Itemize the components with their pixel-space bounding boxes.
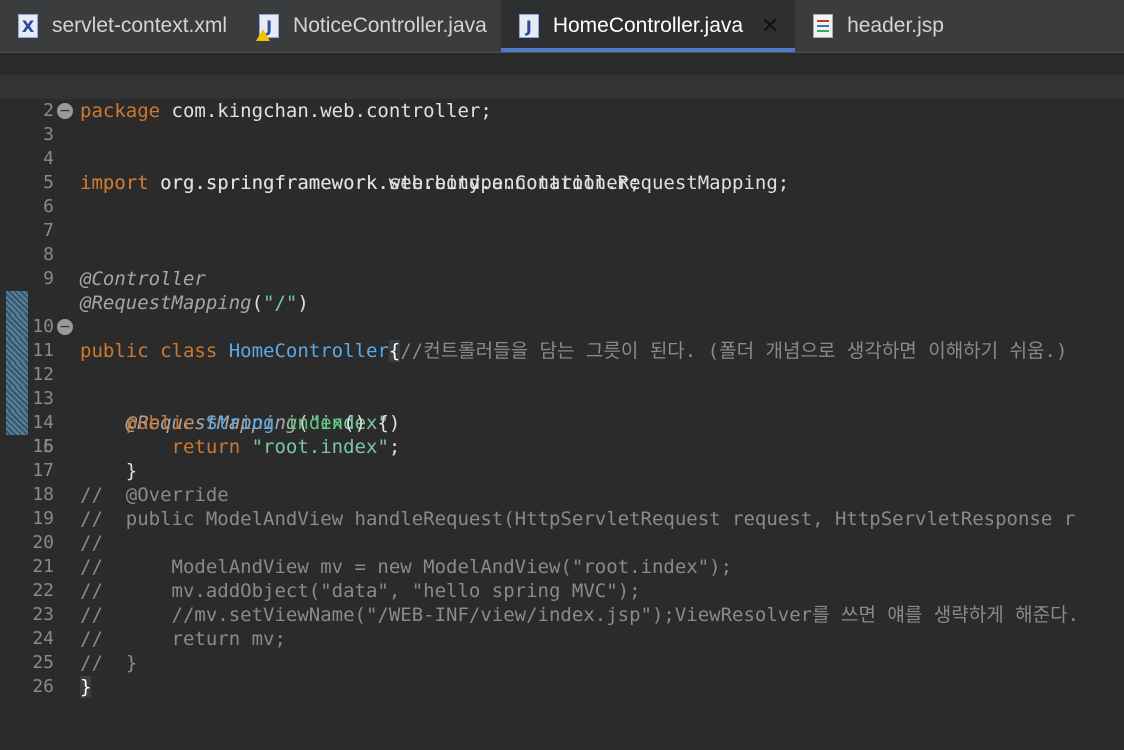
tab-label: NoticeController.java: [293, 14, 487, 37]
tab-header-jsp[interactable]: header.jsp: [795, 0, 958, 52]
code-line-16: 16: [0, 411, 1124, 457]
code-line-6: 6: [0, 171, 1124, 217]
code-line-23: 23 // return mv;: [0, 579, 1124, 650]
tab-label: header.jsp: [847, 14, 944, 37]
line-number: 26: [32, 676, 54, 697]
code-line-5: 5: [0, 147, 1124, 193]
code-line-10: 10 public class HomeController{//컨트롤러들을 …: [0, 267, 1124, 362]
tab-label: servlet-context.xml: [52, 14, 228, 37]
code-line-24: 24 // }: [0, 603, 1124, 674]
code-line-20: 20 // ModelAndView mv = new ModelAndView…: [0, 507, 1124, 578]
tab-notice-controller-java[interactable]: J NoticeController.java: [241, 0, 501, 52]
close-tab-icon[interactable]: ✕: [759, 14, 781, 39]
code-line-26: 26: [0, 651, 1124, 697]
code-line-12: 12 − @RequestMapping("index"): [0, 315, 1124, 434]
code-line-4: 4 import org.springframework.web.bind.an…: [0, 123, 1124, 194]
code-line-17: 17 // @Override: [0, 435, 1124, 506]
collapse-fold-icon[interactable]: −: [57, 103, 73, 119]
tab-label: HomeController.java: [552, 14, 744, 37]
xml-file-icon: X: [18, 14, 38, 38]
brace-token: }: [80, 676, 92, 698]
code-line-22: 22 // //mv.setViewName("/WEB-INF/view/in…: [0, 555, 1124, 626]
java-file-icon: J: [518, 14, 539, 38]
code-line-14: 14 return "root.index";: [0, 363, 1124, 458]
jsp-file-icon: [813, 14, 834, 38]
code-line-11: 11: [0, 291, 1124, 361]
editor-tab-bar: X servlet-context.xml J NoticeController…: [0, 0, 1124, 53]
java-file-warning-icon: J: [256, 14, 280, 41]
code-editor[interactable]: 1 package com.kingchan.web.controller; 2…: [0, 52, 1124, 750]
code-line-21: 21 // mv.addObject("data", "hello spring…: [0, 531, 1124, 602]
code-line-15: 15 }: [0, 387, 1124, 482]
code-line-25: 25 }: [0, 627, 1124, 698]
code-line-8: 8 @Controller: [0, 219, 1124, 290]
warning-icon: [256, 29, 271, 41]
code-line-7: 7: [0, 195, 1124, 241]
code-line-9: 9 @RequestMapping("/"): [0, 243, 1124, 314]
tab-home-controller-java[interactable]: J HomeController.java ✕: [500, 0, 796, 52]
code-line-3: 3 − import org.springframework.stereotyp…: [0, 99, 1124, 194]
code-line-2: 2: [0, 75, 1124, 121]
code-line-18: 18 // public ModelAndView handleRequest(…: [0, 459, 1124, 530]
code-line-13: 13 public String index() {: [0, 339, 1124, 434]
tab-servlet-context-xml[interactable]: X servlet-context.xml: [0, 0, 241, 52]
collapse-fold-icon[interactable]: −: [57, 319, 73, 335]
code-line-19: 19 //: [0, 483, 1124, 554]
code-line-1: 1 package com.kingchan.web.controller;: [0, 51, 1124, 122]
